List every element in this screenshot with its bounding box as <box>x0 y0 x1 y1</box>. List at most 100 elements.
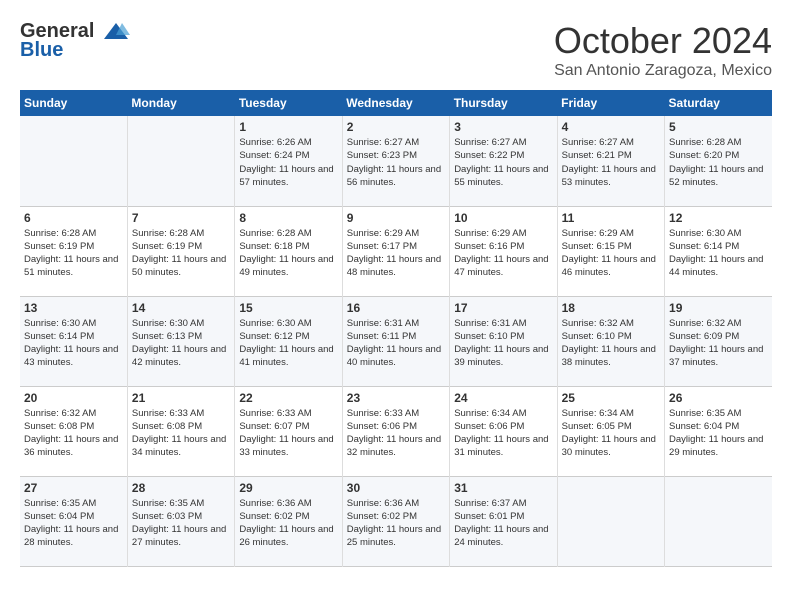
day-number: 20 <box>24 391 123 405</box>
calendar-cell: 15 Sunrise: 6:30 AMSunset: 6:12 PMDayligh… <box>235 296 342 386</box>
day-number: 16 <box>347 301 445 315</box>
day-number: 23 <box>347 391 445 405</box>
day-info: Sunrise: 6:27 AMSunset: 6:22 PMDaylight:… <box>454 136 552 189</box>
day-number: 9 <box>347 211 445 225</box>
day-number: 4 <box>562 120 660 134</box>
day-number: 13 <box>24 301 123 315</box>
calendar-cell: 11 Sunrise: 6:29 AMSunset: 6:15 PMDayligh… <box>557 206 664 296</box>
calendar-week-5: 27 Sunrise: 6:35 AMSunset: 6:04 PMDayligh… <box>20 476 772 566</box>
calendar-week-2: 6 Sunrise: 6:28 AMSunset: 6:19 PMDaylight… <box>20 206 772 296</box>
calendar-cell: 12Sunrise: 6:30 AMSunset: 6:14 PMDayligh… <box>665 206 772 296</box>
day-number: 21 <box>132 391 230 405</box>
calendar-cell: 25 Sunrise: 6:34 AMSunset: 6:05 PMDayligh… <box>557 386 664 476</box>
calendar-cell: 19 Sunrise: 6:32 AMSunset: 6:09 PMDayligh… <box>665 296 772 386</box>
calendar-cell <box>20 116 127 206</box>
day-number: 25 <box>562 391 660 405</box>
calendar-cell: 6 Sunrise: 6:28 AMSunset: 6:19 PMDaylight… <box>20 206 127 296</box>
day-number: 27 <box>24 481 123 495</box>
day-number: 18 <box>562 301 660 315</box>
day-number: 22 <box>239 391 337 405</box>
day-number: 12 <box>669 211 768 225</box>
page-header: General Blue October 2024 San Antonio Za… <box>20 20 772 80</box>
day-number: 30 <box>347 481 445 495</box>
calendar-cell: 9 Sunrise: 6:29 AMSunset: 6:17 PMDaylight… <box>342 206 449 296</box>
calendar-cell: 27 Sunrise: 6:35 AMSunset: 6:04 PMDayligh… <box>20 476 127 566</box>
calendar-cell: 13 Sunrise: 6:30 AMSunset: 6:14 PMDayligh… <box>20 296 127 386</box>
column-header-sunday: Sunday <box>20 90 127 116</box>
calendar-week-1: 1 Sunrise: 6:26 AMSunset: 6:24 PMDaylight… <box>20 116 772 206</box>
day-info: Sunrise: 6:29 AMSunset: 6:17 PMDaylight:… <box>347 227 445 280</box>
column-header-monday: Monday <box>127 90 234 116</box>
column-header-wednesday: Wednesday <box>342 90 449 116</box>
day-number: 7 <box>132 211 230 225</box>
calendar-cell: 1 Sunrise: 6:26 AMSunset: 6:24 PMDaylight… <box>235 116 342 206</box>
day-number: 3 <box>454 120 552 134</box>
day-number: 5 <box>669 120 768 134</box>
day-info: Sunrise: 6:27 AMSunset: 6:21 PMDaylight:… <box>562 136 660 189</box>
location: San Antonio Zaragoza, Mexico <box>554 62 772 80</box>
day-number: 29 <box>239 481 337 495</box>
day-info: Sunrise: 6:32 AMSunset: 6:09 PMDaylight:… <box>669 317 768 370</box>
calendar-cell: 16 Sunrise: 6:31 AMSunset: 6:11 PMDayligh… <box>342 296 449 386</box>
day-info: Sunrise: 6:28 AMSunset: 6:19 PMDaylight:… <box>24 227 123 280</box>
day-number: 15 <box>239 301 337 315</box>
day-info: Sunrise: 6:28 AMSunset: 6:19 PMDaylight:… <box>132 227 230 280</box>
day-info: Sunrise: 6:28 AMSunset: 6:20 PMDaylight:… <box>669 136 768 189</box>
day-info: Sunrise: 6:36 AMSunset: 6:02 PMDaylight:… <box>347 497 445 550</box>
day-number: 19 <box>669 301 768 315</box>
day-info: Sunrise: 6:31 AMSunset: 6:10 PMDaylight:… <box>454 317 552 370</box>
day-info: Sunrise: 6:34 AMSunset: 6:05 PMDaylight:… <box>562 407 660 460</box>
day-number: 28 <box>132 481 230 495</box>
calendar-cell: 17 Sunrise: 6:31 AMSunset: 6:10 PMDayligh… <box>450 296 557 386</box>
calendar-cell: 26 Sunrise: 6:35 AMSunset: 6:04 PMDayligh… <box>665 386 772 476</box>
column-header-saturday: Saturday <box>665 90 772 116</box>
calendar-cell: 7 Sunrise: 6:28 AMSunset: 6:19 PMDaylight… <box>127 206 234 296</box>
calendar-cell: 2 Sunrise: 6:27 AMSunset: 6:23 PMDaylight… <box>342 116 449 206</box>
calendar-cell: 4 Sunrise: 6:27 AMSunset: 6:21 PMDaylight… <box>557 116 664 206</box>
day-info: Sunrise: 6:35 AMSunset: 6:03 PMDaylight:… <box>132 497 230 550</box>
calendar-table: SundayMondayTuesdayWednesdayThursdayFrid… <box>20 90 772 567</box>
calendar-cell: 28 Sunrise: 6:35 AMSunset: 6:03 PMDayligh… <box>127 476 234 566</box>
day-info: Sunrise: 6:30 AMSunset: 6:14 PMDaylight:… <box>24 317 123 370</box>
column-header-thursday: Thursday <box>450 90 557 116</box>
calendar-cell <box>665 476 772 566</box>
calendar-cell: 30 Sunrise: 6:36 AMSunset: 6:02 PMDayligh… <box>342 476 449 566</box>
day-info: Sunrise: 6:33 AMSunset: 6:08 PMDaylight:… <box>132 407 230 460</box>
day-number: 6 <box>24 211 123 225</box>
day-info: Sunrise: 6:32 AMSunset: 6:08 PMDaylight:… <box>24 407 123 460</box>
calendar-cell: 20 Sunrise: 6:32 AMSunset: 6:08 PMDayligh… <box>20 386 127 476</box>
column-header-tuesday: Tuesday <box>235 90 342 116</box>
day-info: Sunrise: 6:34 AMSunset: 6:06 PMDaylight:… <box>454 407 552 460</box>
calendar-cell: 3 Sunrise: 6:27 AMSunset: 6:22 PMDaylight… <box>450 116 557 206</box>
day-info: Sunrise: 6:29 AMSunset: 6:15 PMDaylight:… <box>562 227 660 280</box>
calendar-week-4: 20 Sunrise: 6:32 AMSunset: 6:08 PMDayligh… <box>20 386 772 476</box>
day-info: Sunrise: 6:30 AMSunset: 6:12 PMDaylight:… <box>239 317 337 370</box>
day-info: Sunrise: 6:32 AMSunset: 6:10 PMDaylight:… <box>562 317 660 370</box>
calendar-cell: 8Sunrise: 6:28 AMSunset: 6:18 PMDaylight… <box>235 206 342 296</box>
day-number: 17 <box>454 301 552 315</box>
day-info: Sunrise: 6:29 AMSunset: 6:16 PMDaylight:… <box>454 227 552 280</box>
day-info: Sunrise: 6:33 AMSunset: 6:06 PMDaylight:… <box>347 407 445 460</box>
day-info: Sunrise: 6:26 AMSunset: 6:24 PMDaylight:… <box>239 136 337 189</box>
calendar-cell: 22 Sunrise: 6:33 AMSunset: 6:07 PMDayligh… <box>235 386 342 476</box>
day-info: Sunrise: 6:31 AMSunset: 6:11 PMDaylight:… <box>347 317 445 370</box>
day-number: 1 <box>239 120 337 134</box>
day-number: 14 <box>132 301 230 315</box>
day-info: Sunrise: 6:36 AMSunset: 6:02 PMDaylight:… <box>239 497 337 550</box>
day-number: 11 <box>562 211 660 225</box>
day-info: Sunrise: 6:33 AMSunset: 6:07 PMDaylight:… <box>239 407 337 460</box>
day-number: 2 <box>347 120 445 134</box>
calendar-cell <box>127 116 234 206</box>
day-info: Sunrise: 6:27 AMSunset: 6:23 PMDaylight:… <box>347 136 445 189</box>
title-block: October 2024 San Antonio Zaragoza, Mexic… <box>554 20 772 80</box>
day-info: Sunrise: 6:28 AMSunset: 6:18 PMDaylight:… <box>239 227 337 280</box>
logo: General Blue <box>20 20 130 62</box>
calendar-cell: 21 Sunrise: 6:33 AMSunset: 6:08 PMDayligh… <box>127 386 234 476</box>
day-number: 24 <box>454 391 552 405</box>
calendar-cell: 10Sunrise: 6:29 AMSunset: 6:16 PMDayligh… <box>450 206 557 296</box>
day-info: Sunrise: 6:35 AMSunset: 6:04 PMDaylight:… <box>24 497 123 550</box>
calendar-cell: 31Sunrise: 6:37 AMSunset: 6:01 PMDayligh… <box>450 476 557 566</box>
column-header-friday: Friday <box>557 90 664 116</box>
day-info: Sunrise: 6:35 AMSunset: 6:04 PMDaylight:… <box>669 407 768 460</box>
day-number: 26 <box>669 391 768 405</box>
